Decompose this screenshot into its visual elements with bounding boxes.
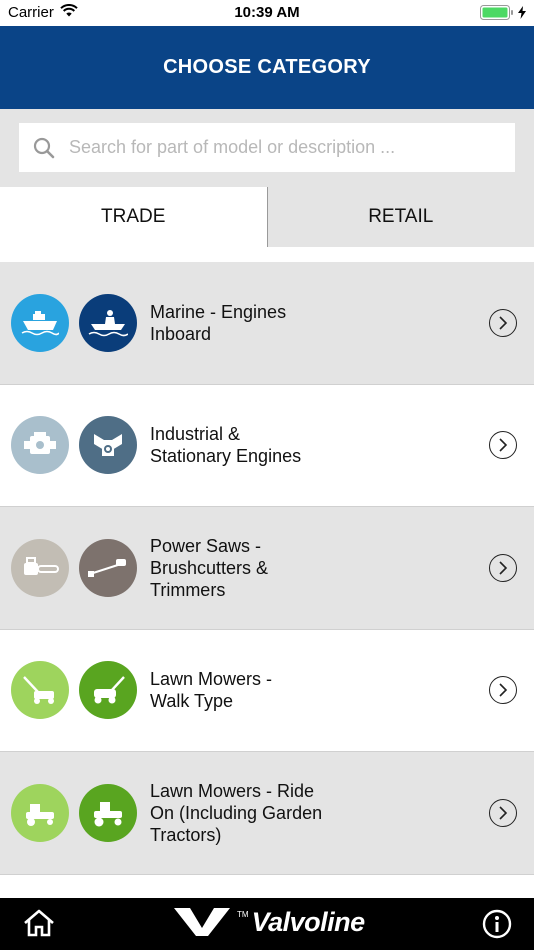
status-time: 10:39 AM xyxy=(234,4,300,21)
status-right xyxy=(480,5,526,24)
speedboat-icon xyxy=(11,293,69,352)
category-label: Industrial & Stationary Engines xyxy=(150,424,302,467)
chainsaw-icon xyxy=(11,538,69,597)
category-row-marine[interactable]: Marine - Engines Inboard xyxy=(0,262,534,385)
valvoline-logo: TM Valvoline xyxy=(172,906,365,938)
list-item-partial xyxy=(0,874,534,899)
walk-mower-icon xyxy=(79,661,137,720)
category-row-ride-on-mowers[interactable]: Lawn Mowers - Ride On (Including Garden … xyxy=(0,752,534,875)
status-bar: Carrier 10:39 AM xyxy=(0,0,534,26)
home-icon[interactable] xyxy=(22,908,56,943)
category-label: Lawn Mowers - Walk Type xyxy=(150,669,273,712)
charging-icon xyxy=(518,6,526,23)
engine-icon xyxy=(11,416,69,475)
category-row-industrial[interactable]: Industrial & Stationary Engines xyxy=(0,384,534,507)
category-label: Power Saws - Brushcutters & Trimmers xyxy=(150,535,269,600)
logo-tm: TM xyxy=(237,910,249,919)
category-row-walk-mowers[interactable]: Lawn Mowers - Walk Type xyxy=(0,629,534,752)
valvoline-v-icon xyxy=(174,908,230,936)
push-mower-icon xyxy=(11,661,69,720)
search-icon xyxy=(19,137,69,159)
bottom-bar: TM Valvoline xyxy=(0,898,534,950)
trimmer-icon xyxy=(79,538,137,597)
tab-bar: TRADE RETAIL xyxy=(0,187,534,247)
search-input[interactable] xyxy=(69,137,499,158)
chevron-right-icon[interactable] xyxy=(489,553,517,582)
category-label: Lawn Mowers - Ride On (Including Garden … xyxy=(150,780,323,845)
category-list: Marine - Engines Inboard Industrial & St… xyxy=(0,262,534,899)
info-icon[interactable] xyxy=(482,909,512,944)
app-header: CHOOSE CATEGORY xyxy=(0,26,534,109)
page-title: CHOOSE CATEGORY xyxy=(163,56,371,78)
garden-tractor-icon xyxy=(79,783,137,842)
category-row-power-saws[interactable]: Power Saws - Brushcutters & Trimmers xyxy=(0,507,534,630)
brand-name: Valvoline xyxy=(251,906,366,937)
search-box[interactable] xyxy=(19,123,515,172)
v-engine-icon xyxy=(79,416,137,475)
chevron-right-icon[interactable] xyxy=(489,431,517,460)
tab-spacer xyxy=(0,247,534,262)
tab-retail[interactable]: RETAIL xyxy=(266,187,534,247)
category-label: Marine - Engines Inboard xyxy=(150,301,287,344)
chevron-right-icon[interactable] xyxy=(489,798,517,827)
tab-trade[interactable]: TRADE xyxy=(0,187,267,247)
ride-on-mower-icon xyxy=(11,783,69,842)
search-area xyxy=(0,109,534,187)
battery-icon xyxy=(480,5,514,24)
chevron-right-icon[interactable] xyxy=(489,308,517,337)
chevron-right-icon[interactable] xyxy=(489,676,517,705)
boat-driver-icon xyxy=(79,293,137,352)
